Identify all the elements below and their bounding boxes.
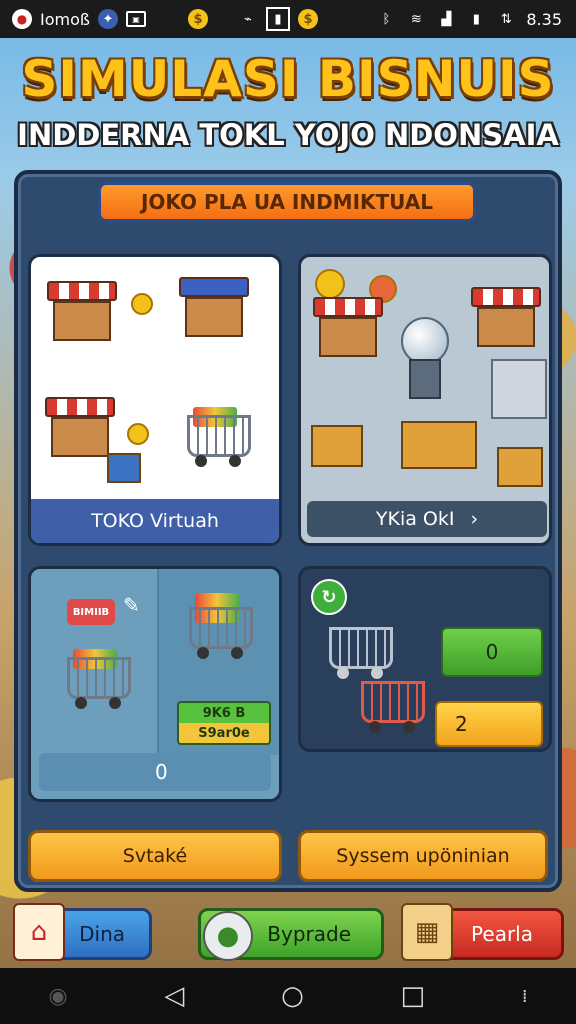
shop-stall-illustration <box>47 281 117 343</box>
recents-icon[interactable]: □ <box>401 981 426 1011</box>
empty-cart-illustration <box>323 619 393 679</box>
page-title: SIMULASI BISNUIS <box>21 50 555 108</box>
battery-icon: ▮ <box>472 11 480 27</box>
empty-cart-illustration <box>355 673 425 733</box>
app-label: Iomoß <box>40 9 90 29</box>
data-icon: ⇅ <box>500 11 512 27</box>
home-button[interactable]: ⌂ Dina <box>13 903 152 961</box>
home-icon[interactable]: ○ <box>281 981 304 1011</box>
wrench-icon: ✎ <box>123 593 140 617</box>
shop-stall-illustration <box>179 277 249 339</box>
chevron-right-icon: › <box>470 508 479 530</box>
card-ykia-oki[interactable]: YKia OkI › <box>298 254 552 546</box>
coin-icon-2: $ <box>297 9 318 29</box>
card-label: TOKO Virtuah <box>31 499 279 543</box>
display-case-illustration <box>491 359 547 419</box>
shop-stall-illustration <box>45 397 115 459</box>
card-cart-stats[interactable]: BIMIIB ✎ 9K6 B S9ar0e 0 <box>28 566 282 802</box>
upgrade-button[interactable]: ● Byprade <box>198 908 384 961</box>
price-tag: BIMIIB <box>67 599 115 625</box>
navigation-bar: ◉ ◁ ○ □ ⁞ <box>0 968 576 1024</box>
usb-icon: ⌁ <box>244 11 252 27</box>
box-illustration <box>311 425 363 467</box>
house-icon: ⌂ <box>13 903 65 961</box>
coin-illustration <box>127 423 149 445</box>
more-icon[interactable]: ⁞ <box>522 986 528 1007</box>
coin-icon: $ <box>187 9 208 29</box>
image-icon: ▣ <box>125 11 146 27</box>
card-cart-controls: ↻ 0 2 <box>298 566 552 752</box>
wifi-icon: ≋ <box>410 11 422 27</box>
signal-icon: ▟ <box>441 11 452 27</box>
shop-stall-illustration <box>471 287 541 349</box>
bluetooth-icon: ᛒ <box>382 11 391 27</box>
shield-icon: ✦ <box>97 9 118 29</box>
card-label: YKia OkI › <box>307 501 547 537</box>
back-icon[interactable]: ◁ <box>164 981 184 1011</box>
coin-illustration <box>315 269 345 299</box>
piggy-bank-icon: ● <box>203 911 253 961</box>
section-banner: JOKO PLA UA INDMIKTUAL <box>98 182 476 222</box>
cart-illustration <box>61 649 131 709</box>
card-toko-virtual[interactable]: TOKO Virtuah <box>28 254 282 546</box>
shop-stall-illustration <box>313 297 383 359</box>
coin-illustration <box>131 293 153 315</box>
stats-badge: 9K6 B S9ar0e <box>177 701 271 745</box>
clock: 8.35 <box>526 9 562 29</box>
record-icon: ● <box>12 9 32 29</box>
counter-illustration <box>401 421 477 469</box>
cart-value-field: 0 <box>39 753 271 791</box>
news-icon: ▮ <box>265 7 290 31</box>
box-icon: ▦ <box>401 903 453 961</box>
green-value-button[interactable]: 0 <box>441 627 543 677</box>
box-illustration <box>497 447 543 487</box>
start-button[interactable]: Svtaké <box>28 830 282 882</box>
refresh-icon[interactable]: ↻ <box>311 579 347 615</box>
vending-machine-illustration <box>393 317 453 399</box>
pearla-button[interactable]: ▦ Pearla <box>401 903 564 961</box>
cart-illustration <box>183 593 253 659</box>
yellow-value-button[interactable]: 2 <box>435 701 543 747</box>
system-upgrade-button[interactable]: Syssem upöninian <box>298 830 548 882</box>
box-illustration <box>107 453 141 483</box>
menu-icon[interactable]: ◉ <box>48 984 67 1009</box>
status-bar: ● Iomoß ✦ ▣ $ ⌁ ▮ $ ᛒ ≋ ▟ ▮ ⇅ 8.35 <box>0 0 576 38</box>
page-subtitle: INDDERNA TOKL YOJO NDONSAIA <box>17 118 559 152</box>
cart-illustration <box>181 407 251 467</box>
